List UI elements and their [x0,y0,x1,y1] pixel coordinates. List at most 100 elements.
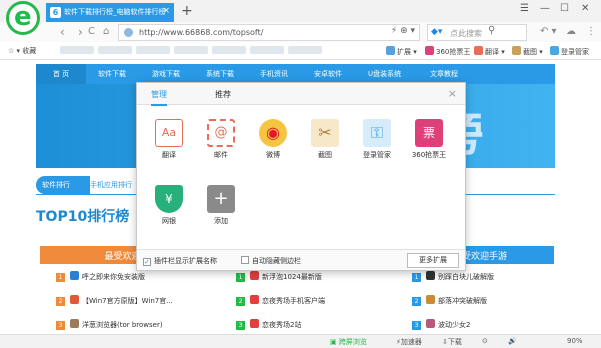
list-item[interactable]: 3 波动少女2 [412,319,470,330]
close-icon[interactable]: × [448,87,457,100]
more-menu-icon[interactable]: ⋮ [586,26,596,37]
tab-mobile-app-rank[interactable]: 手机应用排行 [90,180,132,190]
browser-tab[interactable]: 6 软件下载排行榜_电脑软件排行榜 × [46,3,174,22]
bookmark-translate[interactable]: 翻译 ▾ [474,46,505,57]
tab-recommend[interactable]: 推荐 [215,89,231,100]
weibo-icon: ◉ [259,119,287,147]
undo-close-button[interactable]: ↶ ▾ [540,26,557,37]
list-item[interactable]: 2 部落冲突破解版 [412,295,487,306]
navigation-bar: ‹ › C ⌂ http://www.66868.com/topsoft/ ⚡ … [0,22,601,42]
add-extension-button[interactable]: + 添加 [199,185,243,226]
more-extensions-button[interactable]: 更多扩展 [407,253,459,268]
new-tab-button[interactable]: + [181,3,193,19]
app-icon [250,295,259,304]
site-nav-mobile[interactable]: 手机资讯 [260,69,288,79]
app-icon [250,271,259,280]
extension-weibo[interactable]: ◉ 微博 [251,119,295,160]
bookmark-login[interactable]: 登录管家 [550,46,589,57]
maximize-button[interactable]: ☐ [560,3,569,14]
cross-screen-button[interactable]: ▣ 跨屏浏览 [330,337,367,347]
cloud-sync-icon[interactable]: ☁ [566,26,576,37]
list-item[interactable]: 1 新浮泡1024最新版 [236,271,322,282]
list-item[interactable]: 3 洋葱浏览器(tor browser) [56,319,163,330]
list-item[interactable]: 2 恋夜秀场手机客户端 [236,295,325,306]
tab-close-icon[interactable]: × [162,6,170,16]
status-bar: ▣ 跨屏浏览 ⚡加速器 ⇩下载 ⊙ 🔊 90% [0,334,601,348]
add-icon: + [207,185,235,213]
list-item[interactable]: 1 别踩白块儿破解版 [412,271,494,282]
tab-software-rank[interactable]: 软件排行 [36,176,90,194]
extension-mail[interactable]: @ 邮件 [199,119,243,160]
bank-shield-icon: ¥ [155,185,183,213]
app-icon [70,319,79,328]
site-nav-system[interactable]: 系统下载 [206,69,234,79]
sound-icon[interactable]: 🔊 [508,337,517,345]
app-icon [70,295,79,304]
forward-button[interactable]: › [78,25,83,39]
search-placeholder: 点此搜索 [450,29,482,38]
menu-icon[interactable]: ☰ [520,3,529,14]
key-icon: ⚿ [363,119,391,147]
back-button[interactable]: ‹ [60,25,65,39]
checkbox-checked-icon: ✓ [143,258,151,266]
favorites-label: 收藏 [22,47,37,55]
bookmarks-bar: ☆ ▾ 收藏 扩展 ▾ 360抢票王 翻译 ▾ 截图 ▾ 登录管家 [0,42,601,60]
extension-ticket[interactable]: 票 360抢票王 [407,119,451,160]
security-shield-icon [124,28,133,37]
search-engine-icon: ◆▾ [431,27,443,37]
show-names-checkbox[interactable]: ✓ 插件栏显示扩展名称 [143,256,217,266]
key-icon [550,46,559,55]
app-icon [70,271,79,280]
download-button[interactable]: ⇩下载 [442,337,462,347]
extension-ebank[interactable]: ¥ 网银 [147,185,191,226]
translate-icon: Aa [155,119,183,147]
home-button[interactable]: ⌂ [103,26,109,37]
clock-icon[interactable]: ⊙ [482,337,488,345]
tab-manage[interactable]: 管理 [151,89,167,106]
top10-title: TOP10排行榜 [36,209,130,225]
bookmarks-blurred-items[interactable] [60,46,326,54]
list-item[interactable]: 3 恋夜秀场2站 [236,319,301,330]
close-window-button[interactable]: ✕ [581,3,589,14]
site-nav-android[interactable]: 安卓软件 [314,69,342,79]
address-actions[interactable]: ⚡ ⊕ ▾ [391,26,415,36]
extension-screenshot[interactable]: ✂ 截图 [303,119,347,160]
site-nav-home[interactable]: 首 页 [36,64,86,84]
extension-translate[interactable]: Aa 翻译 [147,119,191,160]
bookmarks-favorites[interactable]: ☆ ▾ 收藏 [8,46,36,56]
bookmark-ticket[interactable]: 360抢票王 [425,46,470,57]
browser-logo-icon: e [6,1,40,35]
list-item[interactable]: 2 【Win7官方原版】Win7官... [56,295,173,306]
address-bar[interactable]: http://www.66868.com/topsoft/ ⚡ ⊕ ▾ [118,24,420,41]
scissors-icon [512,46,521,55]
reload-button[interactable]: C [88,26,95,37]
ticket-icon [425,46,434,55]
auto-hide-checkbox[interactable]: 自动隐藏侧边栏 [241,256,301,266]
site-nav-games[interactable]: 游戏下载 [152,69,180,79]
checkbox-empty-icon [241,256,249,264]
site-nav-usb[interactable]: U盘装系统 [368,69,401,79]
dialog-footer: ✓ 插件栏显示扩展名称 自动隐藏侧边栏 更多扩展 [137,249,465,270]
ticket-icon: 票 [415,119,443,147]
bookmark-extensions[interactable]: 扩展 ▾ [386,46,417,57]
extensions-dialog: 管理 推荐 × Aa 翻译 @ 邮件 ◉ 微博 ✂ 截图 ⚿ 登录管家 票 36… [136,82,466,271]
minimize-button[interactable]: — [540,3,550,14]
tab-title: 软件下载排行榜_电脑软件排行榜 [64,8,166,16]
list-item[interactable]: 1 呼之即来你免安装版 [56,271,145,282]
site-nav-software[interactable]: 软件下载 [98,69,126,79]
site-navigation: 首 页 软件下载 游戏下载 系统下载 手机资讯 安卓软件 U盘装系统 文章教程 [36,64,555,84]
game-icon [426,271,435,280]
search-input[interactable]: ◆▾ 点此搜索 [427,24,527,41]
accelerator-button[interactable]: ⚡加速器 [396,337,422,347]
address-url: http://www.66868.com/topsoft/ [139,28,264,37]
app-icon [250,319,259,328]
site-nav-articles[interactable]: 文章教程 [430,69,458,79]
search-icon[interactable]: ⚲ [488,25,495,36]
title-bar: 6 软件下载排行榜_电脑软件排行榜 × + ☰ — ☐ ✕ [0,0,601,22]
bookmark-screenshot[interactable]: 截图 ▾ [512,46,543,57]
site-favicon-icon: 6 [50,7,61,18]
game-icon [426,295,435,304]
zoom-level[interactable]: 90% [567,337,583,345]
mail-icon: @ [207,119,235,147]
extension-login-manager[interactable]: ⚿ 登录管家 [355,119,399,160]
